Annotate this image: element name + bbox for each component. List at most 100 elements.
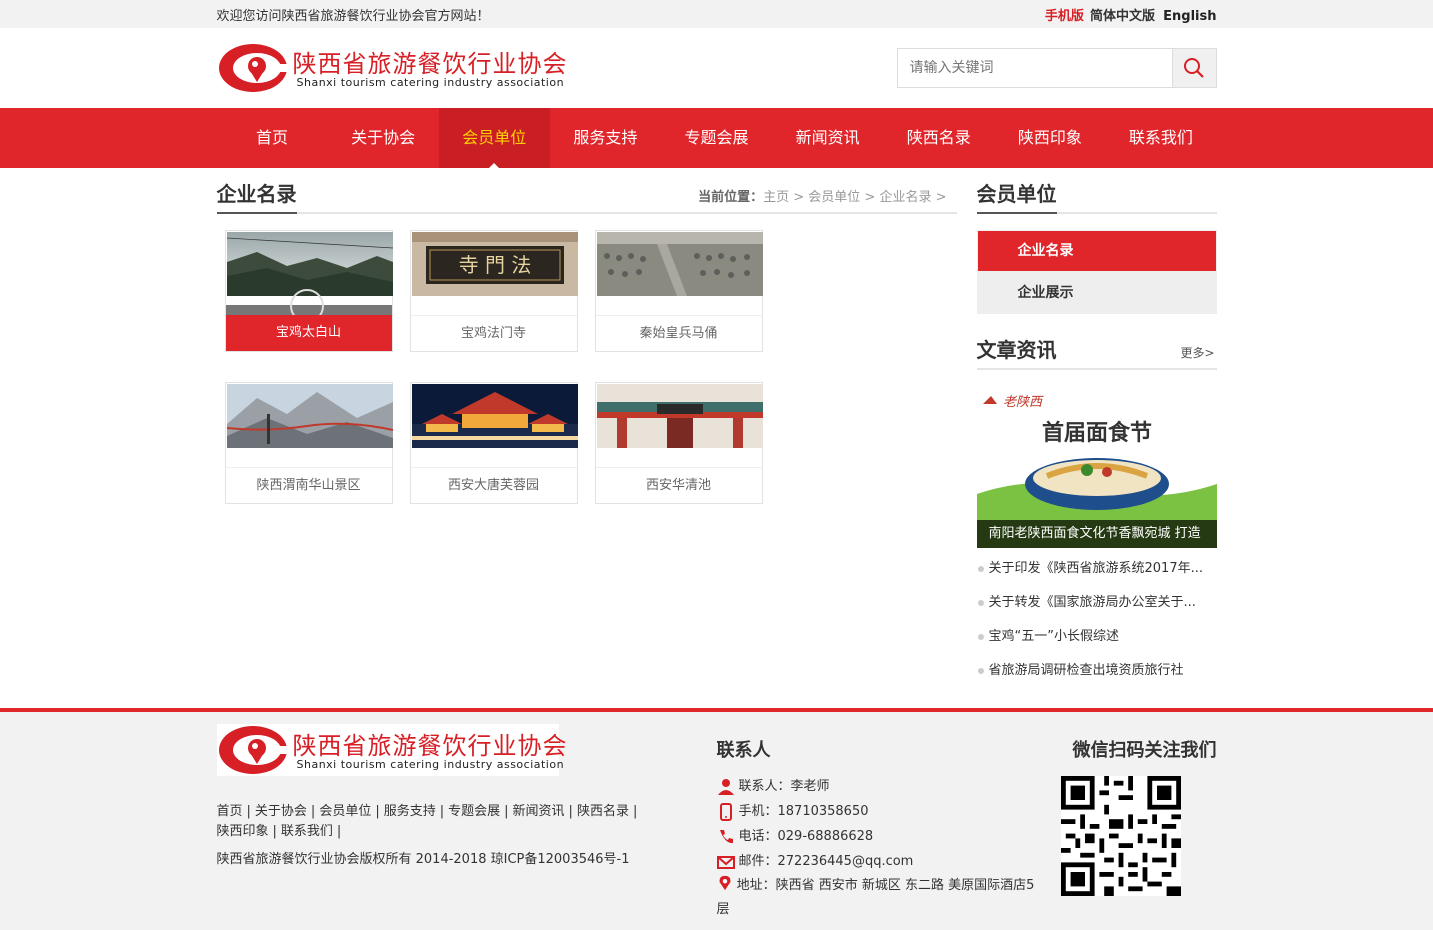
breadcrumb-item-directory[interactable]: 企业名录 bbox=[879, 190, 931, 205]
company-image bbox=[596, 384, 763, 448]
page-title: 企业名录 bbox=[216, 180, 297, 214]
featured-news[interactable]: 老陕西 首届面食节 南阳老陕西面食文化节香飘宛城 打造 bbox=[976, 384, 1217, 548]
featured-news-brand: 老陕西 bbox=[1003, 395, 1044, 410]
main-content: 企业名录 当前位置：主页 > 会员单位 > 企业名录 > 宝鸡太白山 寺 門 法… bbox=[0, 168, 1433, 708]
nav-item-directory[interactable]: 陕西名录 bbox=[883, 108, 994, 168]
english-version-link[interactable]: English bbox=[1163, 9, 1216, 24]
company-image bbox=[226, 384, 393, 448]
footer-link-impression[interactable]: 陕西印象 bbox=[217, 824, 269, 839]
footer-logo-name-en: Shanxi tourism catering industry associa… bbox=[296, 758, 565, 771]
company-image bbox=[411, 384, 578, 448]
search-icon bbox=[1184, 58, 1204, 78]
company-card[interactable]: 西安华清池 bbox=[594, 382, 763, 504]
company-name: 秦始皇兵马俑 bbox=[595, 315, 762, 351]
contact-person: 联系人：李老师 bbox=[717, 774, 1037, 799]
footer-link-about[interactable]: 关于协会 bbox=[255, 804, 307, 819]
nav-item-impression[interactable]: 陕西印象 bbox=[994, 108, 1105, 168]
nav-item-about[interactable]: 关于协会 bbox=[328, 108, 439, 168]
copyright: 陕西省旅游餐饮行业协会版权所有 2014-2018 琼ICP备12003546号… bbox=[216, 852, 630, 867]
featured-news-headline: 首届面食节 bbox=[1041, 420, 1151, 446]
sidebar-item-directory[interactable]: 企业名录 bbox=[977, 231, 1216, 271]
company-name: 宝鸡太白山 bbox=[225, 315, 392, 351]
footer-link-members[interactable]: 会员单位 bbox=[319, 804, 371, 819]
sidebar: 会员单位 企业名录 企业展示 文章资讯 更多> 老陕西 首届面食节 南阳老陕西面… bbox=[976, 180, 1217, 688]
news-item[interactable]: 关于印发《陕西省旅游系统2017年... bbox=[977, 552, 1217, 586]
wechat-block: 微信扫码关注我们 bbox=[1057, 736, 1217, 900]
logo-mark-icon bbox=[218, 726, 289, 774]
sidebar-title: 会员单位 bbox=[976, 180, 1057, 214]
news-item[interactable]: 关于转发《国家旅游局办公室关于... bbox=[977, 586, 1217, 620]
company-name: 宝鸡法门寺 bbox=[410, 315, 577, 351]
nav-item-services[interactable]: 服务支持 bbox=[550, 108, 661, 168]
user-icon bbox=[717, 778, 734, 795]
search-input[interactable] bbox=[897, 49, 1172, 87]
breadcrumb-prefix: 当前位置： bbox=[698, 190, 764, 205]
contact-title: 联系人 bbox=[716, 740, 771, 761]
nav-item-exhibitions[interactable]: 专题会展 bbox=[661, 108, 772, 168]
contact-email: 邮件：272236445@qq.com bbox=[716, 849, 1037, 874]
contact-info: 联系人 联系人：李老师 手机：18710358650 电话：029-688866… bbox=[716, 736, 1037, 922]
wechat-qr-code bbox=[1060, 776, 1181, 896]
footer: 陕西省旅游餐饮行业协会 Shanxi tourism catering indu… bbox=[0, 708, 1433, 930]
mobile-version-link[interactable]: 手机版 bbox=[1045, 9, 1084, 24]
contact-mobile: 手机：18710358650 bbox=[717, 799, 1037, 824]
site-logo[interactable]: 陕西省旅游餐饮行业协会 Shanxi tourism catering indu… bbox=[217, 42, 567, 94]
footer-link-services[interactable]: 服务支持 bbox=[384, 804, 436, 819]
nav-item-home[interactable]: 首页 bbox=[217, 108, 328, 168]
plaque-text: 寺 門 法 bbox=[458, 253, 531, 277]
news-item[interactable]: 宝鸡“五一”小长假综述 bbox=[977, 620, 1217, 654]
main-nav: 首页 关于协会 会员单位 服务支持 专题会展 新闻资讯 陕西名录 陕西印象 联系… bbox=[0, 108, 1433, 168]
sidebar-header: 会员单位 bbox=[976, 180, 1217, 214]
company-grid: 宝鸡太白山 寺 門 法 宝鸡法门寺 秦始皇兵马俑 陕西渭南华山景区 西安大唐芙蓉… bbox=[217, 214, 957, 534]
top-bar: 欢迎您访问陕西省旅游餐饮行业协会官方网站！ 手机版 简体中文版 English bbox=[0, 0, 1433, 28]
header: 陕西省旅游餐饮行业协会 Shanxi tourism catering indu… bbox=[0, 28, 1433, 108]
news-list: 关于印发《陕西省旅游系统2017年... 关于转发《国家旅游局办公室关于... … bbox=[977, 552, 1217, 688]
section-header: 企业名录 当前位置：主页 > 会员单位 > 企业名录 > bbox=[216, 180, 957, 214]
news-title: 文章资讯 bbox=[976, 338, 1057, 362]
welcome-text: 欢迎您访问陕西省旅游餐饮行业协会官方网站！ bbox=[216, 8, 490, 24]
footer-logo-name-cn: 陕西省旅游餐饮行业协会 bbox=[292, 732, 568, 760]
company-image bbox=[596, 232, 763, 296]
contact-address: 地址：陕西省 西安市 新城区 东二路 美原国际酒店5层 bbox=[717, 874, 1037, 922]
company-card[interactable]: 陕西渭南华山景区 bbox=[224, 382, 393, 504]
nav-item-members[interactable]: 会员单位 bbox=[438, 108, 550, 168]
footer-link-directory[interactable]: 陕西名录 bbox=[577, 804, 629, 819]
sidebar-menu: 企业名录 企业展示 bbox=[976, 230, 1217, 314]
nav-item-news[interactable]: 新闻资讯 bbox=[772, 108, 883, 168]
logo-name-en: Shanxi tourism catering industry associa… bbox=[296, 76, 565, 89]
sidebar-item-showcase[interactable]: 企业展示 bbox=[978, 273, 1216, 313]
featured-news-caption: 南阳老陕西面食文化节香飘宛城 打造 bbox=[976, 520, 1217, 548]
footer-links: 首页 | 关于协会 | 会员单位 | 服务支持 | 专题会展 | 新闻资讯 | 陕西名录 | 陕西印象 | 联… bbox=[216, 804, 638, 839]
logo-mark-icon bbox=[218, 44, 289, 92]
footer-link-news[interactable]: 新闻资讯 bbox=[513, 804, 565, 819]
company-name: 西安华清池 bbox=[595, 467, 762, 503]
mail-icon bbox=[716, 855, 735, 869]
company-name: 陕西渭南华山景区 bbox=[225, 467, 392, 503]
news-more-link[interactable]: 更多> bbox=[1180, 344, 1214, 361]
search-box bbox=[896, 48, 1217, 88]
contact-phone: 电话：029-68886628 bbox=[717, 824, 1037, 849]
chinese-version-link[interactable]: 简体中文版 bbox=[1090, 9, 1155, 24]
phone-icon bbox=[719, 829, 733, 843]
company-name: 西安大唐芙蓉园 bbox=[410, 467, 577, 503]
mobile-phone-icon bbox=[719, 802, 732, 821]
news-header: 文章资讯 更多> bbox=[976, 336, 1217, 370]
news-item[interactable]: 省旅游局调研检查出境资质旅行社 bbox=[977, 654, 1217, 688]
location-pin-icon bbox=[719, 875, 730, 891]
language-links: 手机版 简体中文版 English bbox=[1041, 5, 1217, 24]
footer-logo[interactable]: 陕西省旅游餐饮行业协会 Shanxi tourism catering indu… bbox=[216, 724, 567, 776]
company-image bbox=[226, 232, 393, 296]
footer-link-contact[interactable]: 联系我们 bbox=[281, 824, 333, 839]
company-card[interactable]: 宝鸡太白山 bbox=[224, 230, 393, 352]
footer-link-exhibitions[interactable]: 专题会展 bbox=[448, 804, 500, 819]
breadcrumb: 当前位置：主页 > 会员单位 > 企业名录 > bbox=[698, 190, 947, 205]
search-button[interactable] bbox=[1171, 49, 1216, 87]
breadcrumb-item-home[interactable]: 主页 bbox=[763, 190, 789, 205]
footer-link-home[interactable]: 首页 bbox=[217, 804, 243, 819]
company-card[interactable]: 寺 門 法 宝鸡法门寺 bbox=[409, 230, 578, 352]
content-column: 企业名录 当前位置：主页 > 会员单位 > 企业名录 > 宝鸡太白山 寺 門 法… bbox=[216, 180, 957, 534]
breadcrumb-item-members[interactable]: 会员单位 bbox=[808, 190, 860, 205]
company-card[interactable]: 西安大唐芙蓉园 bbox=[409, 382, 578, 504]
nav-item-contact[interactable]: 联系我们 bbox=[1105, 108, 1216, 168]
company-card[interactable]: 秦始皇兵马俑 bbox=[594, 230, 763, 352]
